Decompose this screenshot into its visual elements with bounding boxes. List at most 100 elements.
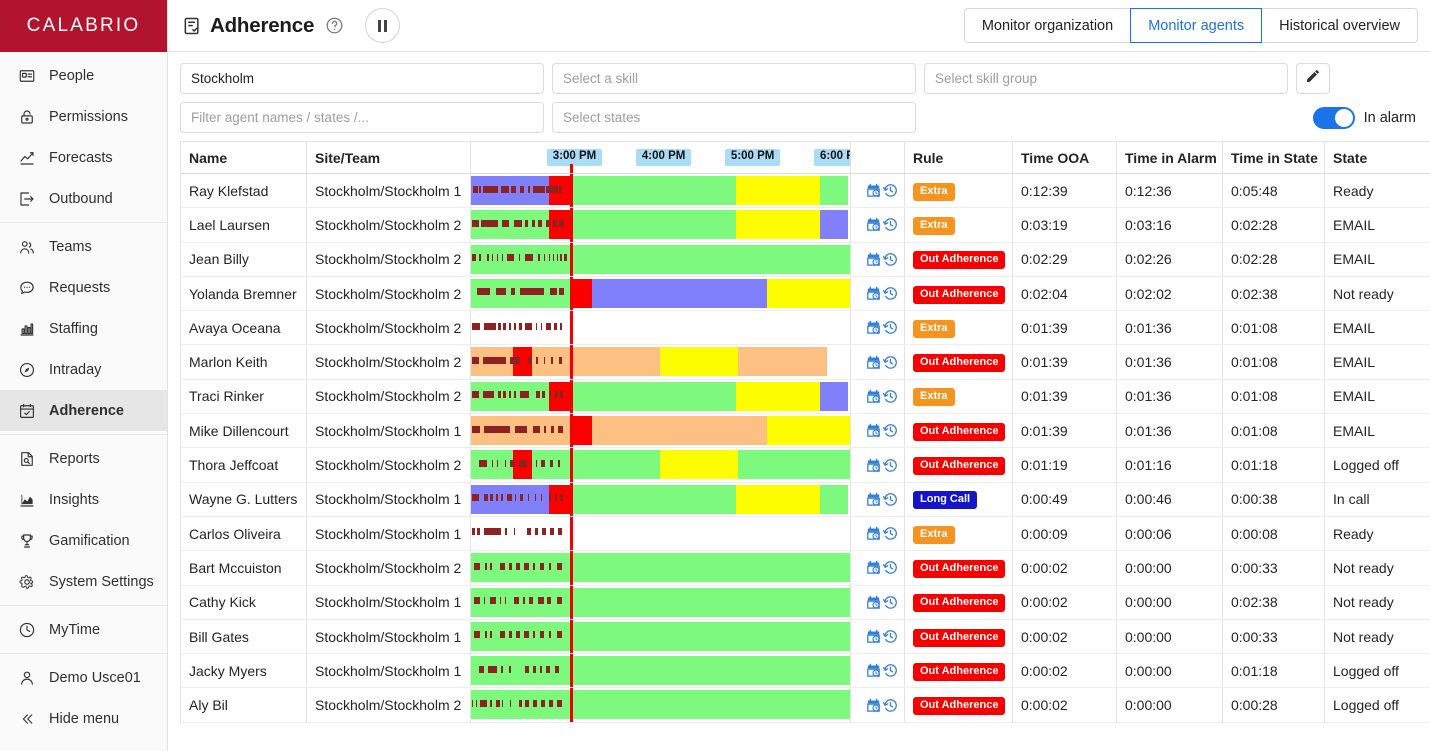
- cell-adherence-timeline[interactable]: [470, 516, 851, 552]
- cell-adherence-timeline[interactable]: [470, 619, 851, 655]
- sidebar-item-gamification[interactable]: Gamification: [0, 520, 167, 561]
- calendar-clock-icon[interactable]: [865, 491, 882, 508]
- history-clock-icon[interactable]: [882, 457, 899, 474]
- sidebar-item-outbound[interactable]: Outbound: [0, 178, 167, 219]
- col-header-state[interactable]: State: [1324, 141, 1430, 174]
- calendar-clock-icon[interactable]: [865, 251, 882, 268]
- table-row[interactable]: Mike Dillencourt Stockholm/Stockholm 1 Out…: [180, 413, 1430, 449]
- table-row[interactable]: Jean Billy Stockholm/Stockholm 2 Out Adher…: [180, 242, 1430, 277]
- tab-monitor-agents[interactable]: Monitor agents: [1130, 8, 1263, 43]
- agent-filter-input[interactable]: Filter agent names / states /...: [180, 102, 544, 133]
- calendar-clock-icon[interactable]: [865, 525, 882, 542]
- history-clock-icon[interactable]: [882, 388, 899, 405]
- cell-adherence-timeline[interactable]: [470, 344, 851, 380]
- history-clock-icon[interactable]: [882, 216, 899, 233]
- skill-group-select[interactable]: Select skill group: [924, 63, 1288, 94]
- states-select[interactable]: Select states: [552, 102, 916, 133]
- sidebar-item-adherence[interactable]: Adherence: [0, 390, 167, 431]
- calendar-clock-icon[interactable]: [865, 388, 882, 405]
- sidebar-item-requests[interactable]: Requests: [0, 267, 167, 308]
- table-row[interactable]: Marlon Keith Stockholm/Stockholm 2 Out Adh…: [180, 344, 1430, 380]
- table-row[interactable]: Yolanda Bremner Stockholm/Stockholm 2 Out …: [180, 276, 1430, 312]
- history-clock-icon[interactable]: [882, 182, 899, 199]
- sidebar-item-teams[interactable]: Teams: [0, 226, 167, 267]
- calendar-clock-icon[interactable]: [865, 594, 882, 611]
- tab-monitor-organization[interactable]: Monitor organization: [963, 8, 1132, 43]
- history-clock-icon[interactable]: [882, 697, 899, 714]
- table-row[interactable]: Thora Jeffcoat Stockholm/Stockholm 2 Out A…: [180, 447, 1430, 483]
- sidebar-item-system-settings[interactable]: System Settings: [0, 561, 167, 602]
- calendar-clock-icon[interactable]: [865, 319, 882, 336]
- cell-adherence-timeline[interactable]: [470, 173, 851, 209]
- cell-adherence-timeline[interactable]: [470, 276, 851, 312]
- col-header-site-team[interactable]: Site/Team: [306, 141, 471, 174]
- calendar-clock-icon[interactable]: [865, 216, 882, 233]
- table-row[interactable]: Avaya Oceana Stockholm/Stockholm 2 Extra 0:…: [180, 310, 1430, 346]
- question-circle-icon[interactable]: [325, 16, 344, 35]
- edit-button[interactable]: [1296, 63, 1330, 94]
- table-row[interactable]: Lael Laursen Stockholm/Stockholm 2 Extra 0:…: [180, 207, 1430, 243]
- tab-historical-overview[interactable]: Historical overview: [1261, 8, 1418, 43]
- table-row[interactable]: Cathy Kick Stockholm/Stockholm 1 Out Adher…: [180, 585, 1430, 620]
- table-row[interactable]: Bart Mccuiston Stockholm/Stockholm 2 Out A…: [180, 550, 1430, 586]
- col-header-name[interactable]: Name: [180, 141, 307, 174]
- sidebar-item-permissions[interactable]: Permissions: [0, 96, 167, 137]
- history-clock-icon[interactable]: [882, 559, 899, 576]
- table-row[interactable]: Ray Klefstad Stockholm/Stockholm 1 Extra 0:…: [180, 173, 1430, 209]
- history-clock-icon[interactable]: [882, 628, 899, 645]
- table-row[interactable]: Aly Bil Stockholm/Stockholm 2 Out Adherenc…: [180, 687, 1430, 723]
- sidebar-item-insights[interactable]: Insights: [0, 479, 167, 520]
- cell-adherence-timeline[interactable]: [470, 413, 851, 449]
- col-header-rule[interactable]: Rule: [904, 141, 1013, 174]
- sidebar-item-hide-menu[interactable]: Hide menu: [0, 698, 167, 739]
- calendar-clock-icon[interactable]: [865, 662, 882, 679]
- calendar-clock-icon[interactable]: [865, 422, 882, 439]
- table-row[interactable]: Jacky Myers Stockholm/Stockholm 1 Out Adhe…: [180, 653, 1430, 689]
- table-row[interactable]: Carlos Oliveira Stockholm/Stockholm 1 Extr…: [180, 516, 1430, 552]
- col-header-time-in-alarm[interactable]: Time in Alarm: [1116, 141, 1223, 174]
- calendar-clock-icon[interactable]: [865, 559, 882, 576]
- cell-adherence-timeline[interactable]: [470, 653, 851, 689]
- history-clock-icon[interactable]: [882, 594, 899, 611]
- history-clock-icon[interactable]: [882, 251, 899, 268]
- actual-segment: [520, 185, 525, 193]
- calendar-clock-icon[interactable]: [865, 285, 882, 302]
- cell-adherence-timeline[interactable]: [470, 687, 851, 723]
- cell-adherence-timeline[interactable]: [470, 310, 851, 346]
- history-clock-icon[interactable]: [882, 491, 899, 508]
- cell-adherence-timeline[interactable]: [470, 379, 851, 415]
- sidebar-item-people[interactable]: People: [0, 55, 167, 96]
- cell-adherence-timeline[interactable]: [470, 207, 851, 243]
- pause-button[interactable]: [365, 8, 401, 43]
- site-select[interactable]: Stockholm: [180, 63, 544, 94]
- cell-adherence-timeline[interactable]: [470, 585, 851, 620]
- col-header-time-ooa[interactable]: Time OOA: [1012, 141, 1117, 174]
- calendar-clock-icon[interactable]: [865, 457, 882, 474]
- cell-adherence-timeline[interactable]: [470, 447, 851, 483]
- sidebar-item-reports[interactable]: Reports: [0, 438, 167, 479]
- sidebar-item-intraday[interactable]: Intraday: [0, 349, 167, 390]
- sidebar-item-mytime[interactable]: MyTime: [0, 609, 167, 650]
- table-row[interactable]: Bill Gates Stockholm/Stockholm 1 Out Adher…: [180, 619, 1430, 655]
- sidebar-item-staffing[interactable]: Staffing: [0, 308, 167, 349]
- calendar-clock-icon[interactable]: [865, 628, 882, 645]
- skill-select[interactable]: Select a skill: [552, 63, 916, 94]
- calendar-clock-icon[interactable]: [865, 354, 882, 371]
- history-clock-icon[interactable]: [882, 285, 899, 302]
- in-alarm-toggle[interactable]: [1312, 106, 1355, 129]
- sidebar-item-user[interactable]: Demo Usce01: [0, 657, 167, 698]
- history-clock-icon[interactable]: [882, 525, 899, 542]
- calendar-clock-icon[interactable]: [865, 697, 882, 714]
- col-header-time-in-state[interactable]: Time in State: [1222, 141, 1325, 174]
- table-row[interactable]: Traci Rinker Stockholm/Stockholm 2 Extra 0:…: [180, 379, 1430, 415]
- history-clock-icon[interactable]: [882, 662, 899, 679]
- history-clock-icon[interactable]: [882, 354, 899, 371]
- cell-adherence-timeline[interactable]: [470, 482, 851, 517]
- sidebar-item-forecasts[interactable]: Forecasts: [0, 137, 167, 178]
- history-clock-icon[interactable]: [882, 319, 899, 336]
- history-clock-icon[interactable]: [882, 422, 899, 439]
- table-row[interactable]: Wayne G. Lutters Stockholm/Stockholm 1 Lon…: [180, 482, 1430, 517]
- calendar-clock-icon[interactable]: [865, 182, 882, 199]
- cell-adherence-timeline[interactable]: [470, 550, 851, 586]
- cell-adherence-timeline[interactable]: [470, 242, 851, 277]
